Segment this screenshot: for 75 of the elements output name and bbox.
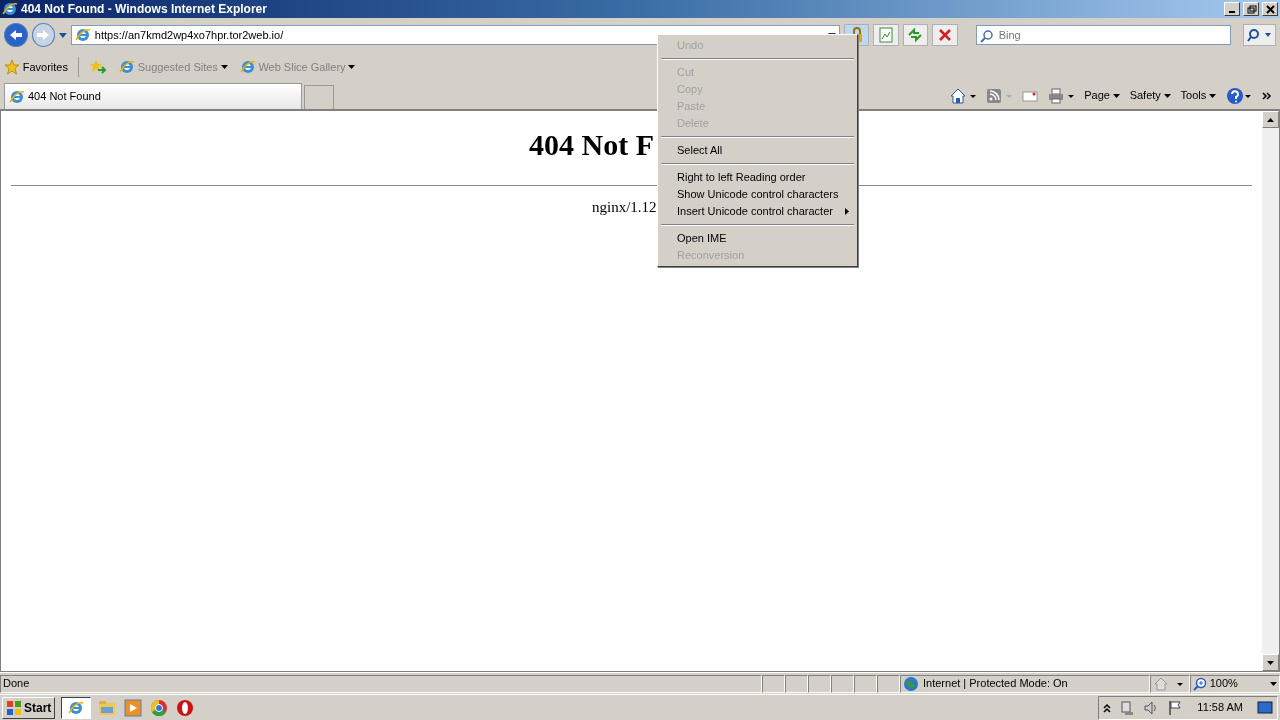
flag-icon[interactable] [1167, 699, 1184, 716]
page-icon [239, 59, 256, 75]
media-player-icon[interactable] [123, 698, 144, 717]
command-menu[interactable]: Safety [1129, 87, 1171, 104]
status-text: Done [3, 676, 30, 692]
caret-icon [1270, 681, 1277, 686]
star-icon [4, 59, 20, 75]
favorites-button[interactable]: Favorites [4, 58, 68, 76]
opera-icon[interactable] [175, 698, 196, 717]
forward-arrow-icon [36, 29, 51, 41]
browser-tab[interactable]: 404 Not Found [4, 83, 302, 109]
back-button[interactable] [4, 23, 28, 47]
restore-icon [1245, 3, 1257, 15]
compatibility-icon [877, 26, 895, 44]
help-icon[interactable] [1226, 86, 1252, 105]
back-arrow-icon [8, 29, 23, 41]
page-icon [119, 59, 135, 75]
page-icon [74, 27, 91, 43]
search-icon [979, 29, 994, 43]
window-title: 404 Not Found - Windows Internet Explorer [21, 1, 268, 18]
close-icon [1264, 3, 1276, 15]
caret-icon [1209, 93, 1216, 98]
search-button[interactable] [1242, 24, 1276, 46]
menu-item[interactable]: Show Unicode control characters [660, 186, 855, 203]
status-pane [831, 674, 854, 693]
show-desktop-icon[interactable] [1257, 700, 1273, 715]
feed-icon[interactable] [986, 87, 1013, 104]
submenu-arrow-icon [845, 208, 849, 215]
menu-item[interactable]: Insert Unicode control character [660, 203, 855, 220]
menu-item[interactable]: Right to left Reading order [660, 169, 855, 186]
network-icon[interactable] [1119, 699, 1136, 716]
forward-button[interactable] [31, 23, 56, 47]
scrollbar[interactable] [1262, 111, 1279, 671]
page-heading: 404 Not F [529, 127, 654, 163]
command-menu[interactable]: Page [1084, 87, 1120, 104]
refresh-button[interactable] [902, 24, 929, 46]
protected-mode-icon[interactable] [1153, 675, 1185, 692]
minimize-icon [1229, 11, 1235, 13]
minimize-button[interactable] [1224, 2, 1240, 16]
windows-logo-icon [6, 699, 22, 716]
scroll-down-icon [1267, 660, 1274, 665]
command-menu[interactable]: Tools [1180, 87, 1216, 104]
chevron-icon[interactable] [1262, 91, 1272, 100]
search-icon [1246, 28, 1273, 42]
scroll-up-icon [1267, 117, 1274, 122]
compatibility-button[interactable] [873, 24, 899, 46]
clock: 11:58 AM [1197, 700, 1243, 716]
search-field[interactable]: Bing [975, 25, 1231, 45]
refresh-icon [906, 26, 925, 44]
chevron-up-icon[interactable] [1103, 702, 1112, 713]
close-button[interactable] [1262, 2, 1278, 16]
caret-icon [1112, 93, 1120, 98]
caret-icon [1163, 93, 1171, 98]
start-button[interactable]: Start [2, 696, 56, 719]
browser-logo-icon [68, 699, 85, 716]
caret-icon [348, 65, 356, 69]
restore-button[interactable] [1243, 2, 1259, 16]
page-icon [9, 88, 25, 105]
caret-icon [220, 65, 228, 69]
menu-item[interactable]: Open IME [660, 230, 855, 247]
status-pane [808, 674, 831, 693]
globe-icon [903, 675, 919, 692]
menu-item[interactable]: Select All [660, 142, 855, 159]
browser-logo-icon [2, 1, 18, 17]
taskbar-browser-button[interactable] [61, 696, 92, 719]
status-pane [785, 674, 808, 693]
home-icon[interactable] [950, 87, 977, 104]
dropdown-icon[interactable] [59, 32, 67, 38]
status-pane [854, 674, 877, 693]
printer-icon[interactable] [1048, 87, 1075, 104]
zoom-icon [1193, 676, 1207, 691]
server-signature: nginx/1.12 [592, 198, 657, 217]
security-zone: Internet | Protected Mode: On [923, 676, 1068, 692]
stop-button[interactable] [932, 24, 958, 46]
chrome-icon[interactable] [149, 698, 170, 717]
